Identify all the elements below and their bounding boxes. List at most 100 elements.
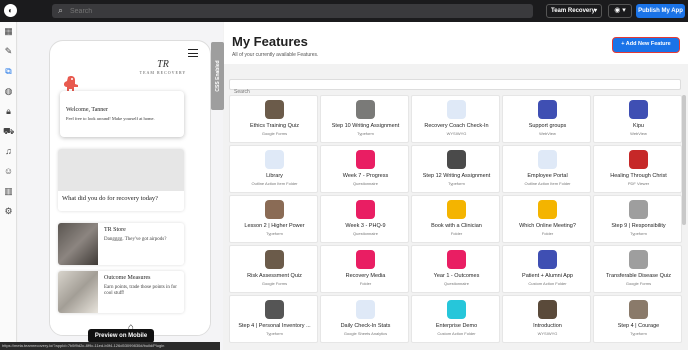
layers-icon[interactable]: ⧉	[3, 66, 14, 77]
recovery-card-image	[58, 149, 184, 191]
preview-on-mobile-button[interactable]: Preview on Mobile	[88, 329, 154, 343]
feature-tile[interactable]: Transferable Disease Quiz Google Forms	[593, 245, 682, 293]
cart-icon[interactable]: ⛟	[3, 126, 14, 137]
feature-tile[interactable]: Step 12 Writing Assignment Typeform	[411, 145, 500, 193]
feature-type: Folder	[359, 281, 372, 286]
global-search[interactable]: ⌕	[52, 4, 533, 18]
feature-name: Patient + Alumni App	[522, 273, 573, 279]
store-thumbnail	[58, 223, 98, 265]
palette-icon[interactable]: ◍	[3, 86, 14, 97]
hamburger-menu-icon[interactable]	[188, 49, 198, 57]
team-selector-label: Team Recovery	[551, 8, 595, 14]
page-subtitle: All of your currently available Features…	[232, 52, 319, 58]
feature-tile[interactable]: Week 7 - Progress Questionnaire	[320, 145, 409, 193]
feature-name: Step 9 | Responsibility	[611, 223, 666, 229]
feature-type: WebView	[630, 131, 647, 136]
feature-name: Enterprise Demo	[435, 323, 478, 329]
feature-name: Support groups	[528, 123, 567, 129]
feature-type: Typeform	[448, 181, 465, 186]
chart-icon[interactable]: ▥	[3, 186, 14, 197]
feature-icon	[356, 100, 375, 119]
phone-preview: TR TEAM RECOVERY Welcome, Tanner Feel fr…	[49, 40, 211, 336]
publish-button[interactable]: Publish My App	[636, 4, 685, 18]
feature-tile[interactable]: Support groups WebView	[502, 95, 591, 143]
feature-tile[interactable]: Library Outline Action Item Folder	[229, 145, 318, 193]
page-title: My Features	[232, 34, 308, 49]
user-icon: ◉ ▾	[614, 7, 626, 14]
features-content: Ethics Training Quiz Google Forms Step 10 …	[224, 64, 688, 350]
feature-tile[interactable]: Patient + Alumni App Custom Action Folder	[502, 245, 591, 293]
global-search-input[interactable]	[70, 4, 520, 18]
top-bar: ◐ ⌕ Team Recovery ▾ ◉ ▾ Publish My App	[0, 0, 688, 22]
feature-type: Google Forms	[261, 281, 288, 286]
feature-tile[interactable]: Introduction WYSIWYG	[502, 295, 591, 343]
add-new-feature-button[interactable]: + Add New Feature	[612, 37, 680, 53]
feature-icon	[447, 150, 466, 169]
feature-name: Recovery Coach Check-In	[424, 123, 489, 129]
feature-type: Custom Action Folder	[528, 281, 567, 286]
scrollbar[interactable]	[682, 95, 686, 225]
outcome-card[interactable]: Outcome Measures Earn points, trade thos…	[58, 271, 184, 313]
feature-type: Typeform	[630, 231, 647, 236]
feature-icon	[447, 250, 466, 269]
feature-icon	[538, 150, 557, 169]
feature-name: Which Online Meeting?	[519, 223, 576, 229]
feature-icon	[265, 100, 284, 119]
feature-icon	[265, 300, 284, 319]
recovery-question-card[interactable]: What did you do for recovery today?	[58, 149, 184, 211]
feature-name: Introduction	[533, 323, 562, 329]
feature-tile[interactable]: Healing Through Christ PDF Viewer	[593, 145, 682, 193]
lock-icon[interactable]: 🔒︎	[3, 106, 14, 117]
feature-type: Questionnaire	[353, 231, 378, 236]
welcome-card[interactable]: Welcome, Tanner Feel free to look around…	[60, 91, 184, 137]
feature-icon	[356, 200, 375, 219]
feature-tile[interactable]: Enterprise Demo Custom Action Folder	[411, 295, 500, 343]
feature-tile[interactable]: Kipu WebView	[593, 95, 682, 143]
user-menu-button[interactable]: ◉ ▾	[608, 4, 632, 18]
chevron-down-icon: ▾	[593, 8, 597, 14]
pencil-icon[interactable]: ✎	[3, 46, 14, 57]
feature-name: Daily Check-In Stats	[340, 323, 391, 329]
feature-tile[interactable]: Recovery Coach Check-In WYSIWYG	[411, 95, 500, 143]
feature-name: Transferable Disease Quiz	[606, 273, 671, 279]
feature-tile[interactable]: Step 10 Writing Assignment Typeform	[320, 95, 409, 143]
feature-tile[interactable]: Step 9 | Responsibility Typeform	[593, 195, 682, 243]
grid-icon[interactable]: ▦	[3, 26, 14, 37]
feature-tile[interactable]: Daily Check-In Stats Google Sheets Analyt…	[320, 295, 409, 343]
logo-subtext: TEAM RECOVERY	[139, 70, 187, 75]
feature-type: Folder	[450, 231, 463, 236]
feature-tile[interactable]: Step 4 | Personal Inventory ... Typeform	[229, 295, 318, 343]
feature-tile[interactable]: Year 1 - Outcomes Questionnaire	[411, 245, 500, 293]
feature-tile[interactable]: Recovery Media Folder	[320, 245, 409, 293]
feature-tile[interactable]: Step 4 | Courage Typeform	[593, 295, 682, 343]
recovery-question: What did you do for recovery today?	[62, 195, 159, 202]
users-icon[interactable]: ☺	[3, 166, 14, 177]
feature-icon	[447, 200, 466, 219]
css-enabled-tab[interactable]: CSS Enabled	[211, 42, 224, 110]
feature-icon	[629, 100, 648, 119]
feature-type: WYSIWYG	[446, 131, 467, 136]
feature-tile[interactable]: Week 3 - PHQ-9 Questionnaire	[320, 195, 409, 243]
gear-icon[interactable]: ⚙	[3, 206, 14, 217]
team-selector[interactable]: Team Recovery ▾	[546, 4, 602, 18]
feature-type: Folder	[541, 231, 554, 236]
feature-type: WebView	[539, 131, 556, 136]
feature-icon	[538, 250, 557, 269]
feature-tile[interactable]: Risk Assessment Quiz Google Forms	[229, 245, 318, 293]
status-url: https://meta.teamrecovery.io/?appId=7b5f…	[0, 342, 220, 350]
feature-name: Healing Through Christ	[610, 173, 667, 179]
feature-tile[interactable]: Book with a Clinician Folder	[411, 195, 500, 243]
feature-tile[interactable]: Which Online Meeting? Folder	[502, 195, 591, 243]
feature-tile[interactable]: Lesson 2 | Higher Power Typeform	[229, 195, 318, 243]
outcome-title: Outcome Measures	[104, 275, 151, 281]
feature-tile[interactable]: Ethics Training Quiz Google Forms	[229, 95, 318, 143]
store-card[interactable]: TR Store Dangggg. They've got airpods?	[58, 223, 184, 265]
app-logo-icon[interactable]: ◐	[4, 4, 17, 17]
feature-icon	[629, 150, 648, 169]
feature-name: Week 3 - PHQ-9	[345, 223, 386, 229]
bell-icon[interactable]: ♫	[3, 146, 14, 157]
welcome-text: Feel free to look around! Make yourself …	[66, 116, 155, 121]
feature-tile[interactable]: Employee Portal Outline Action Item Folde…	[502, 145, 591, 193]
left-nav: ▦ ✎ ⧉ ◍ 🔒︎ ⛟ ♫ ☺ ▥ ⚙	[0, 22, 17, 350]
features-search[interactable]	[229, 79, 681, 97]
